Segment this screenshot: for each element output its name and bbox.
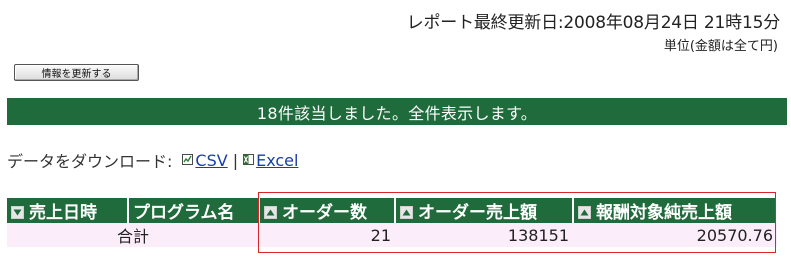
table-header-row: 売上日時 プログラム名 オーダー数 オーダー売上額 報酬対象純売上額 [7,198,778,223]
column-label: 報酬対象純売上額 [596,203,732,223]
total-order-sales-cell: 138151 [395,223,573,247]
csv-download-link[interactable]: CSV [182,150,228,170]
column-label: オーダー数 [282,203,367,223]
total-order-count-cell: 21 [259,223,395,247]
column-label: 売上日時 [29,203,97,223]
download-label: データをダウンロード: [7,152,173,171]
sales-report-table: 売上日時 プログラム名 オーダー数 オーダー売上額 報酬対象純売上額 合計 21… [7,198,778,247]
column-header-program-name[interactable]: プログラム名 [128,198,260,223]
column-label: プログラム名 [133,203,235,223]
excel-link-label: Excel [256,150,299,170]
report-last-updated: レポート最終更新日:2008年08月24日 21時15分 [406,13,781,33]
column-label: オーダー売上額 [418,203,537,223]
excel-file-icon [243,150,255,165]
sort-up-icon[interactable] [264,206,277,219]
excel-download-link[interactable]: Excel [243,151,298,170]
total-net-sales-cell: 20570.76 [573,223,777,247]
column-header-order-count[interactable]: オーダー数 [259,198,396,223]
sort-up-icon[interactable] [578,206,591,219]
total-label-cell: 合計 [7,223,259,247]
column-header-order-sales[interactable]: オーダー売上額 [395,198,574,223]
download-row: データをダウンロード: CSV | Excel [7,149,298,172]
csv-link-label: CSV [195,150,228,170]
result-count-text: 18件該当しました。全件表示します。 [256,103,538,123]
table-row-total: 合計 21 138151 20570.76 [7,223,777,247]
column-header-net-sales[interactable]: 報酬対象純売上額 [573,198,778,223]
sort-up-icon[interactable] [400,206,413,219]
refresh-info-button[interactable]: 情報を更新する [14,64,139,81]
csv-file-icon [182,150,194,165]
sort-down-icon[interactable] [11,206,24,219]
link-separator: | [232,150,239,170]
result-count-banner: 18件該当しました。全件表示します。 [7,98,787,125]
currency-unit-note: 単位(金額は全て円) [663,39,778,54]
column-header-sales-date[interactable]: 売上日時 [7,198,129,223]
